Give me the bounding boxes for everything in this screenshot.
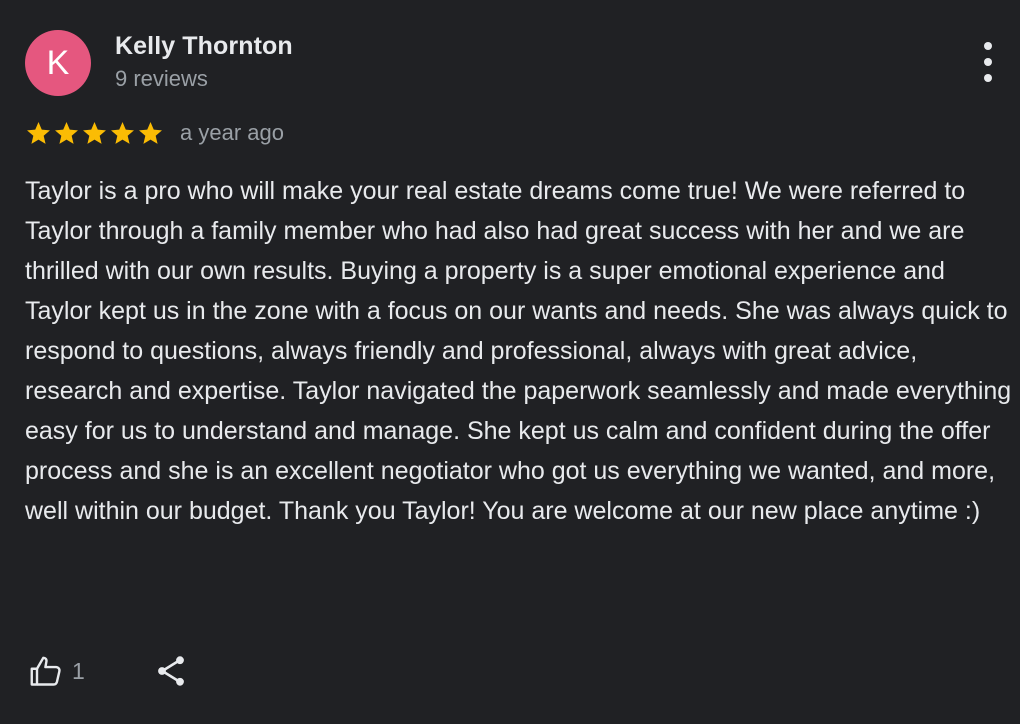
share-button[interactable]	[153, 653, 189, 689]
avatar[interactable]: K	[25, 30, 91, 96]
avatar-letter: K	[46, 43, 70, 82]
share-icon	[157, 656, 184, 686]
review-count: 9 reviews	[115, 66, 208, 91]
star-icon	[27, 121, 50, 144]
review-date: a year ago	[180, 120, 284, 145]
more-vert-icon	[984, 42, 992, 50]
thumbs-up-icon	[30, 656, 61, 686]
more-vert-icon-dot	[984, 74, 992, 82]
like-button[interactable]: 1	[28, 653, 85, 689]
review-card: K Kelly Thornton 9 reviews a year ago Ta…	[0, 0, 1020, 724]
star-icon	[55, 121, 78, 144]
rating-row: a year ago	[25, 118, 284, 148]
star-icon	[139, 121, 162, 144]
review-text: Taylor is a pro who will make your real …	[25, 177, 1012, 525]
star-icon	[111, 121, 134, 144]
star-icon	[83, 121, 106, 144]
more-options-button[interactable]	[978, 42, 998, 82]
review-actions: 1	[28, 653, 189, 689]
star-rating	[25, 120, 164, 147]
more-vert-icon-dot	[984, 58, 992, 66]
like-count: 1	[72, 657, 85, 684]
reviewer-name[interactable]: Kelly Thornton	[115, 32, 293, 61]
